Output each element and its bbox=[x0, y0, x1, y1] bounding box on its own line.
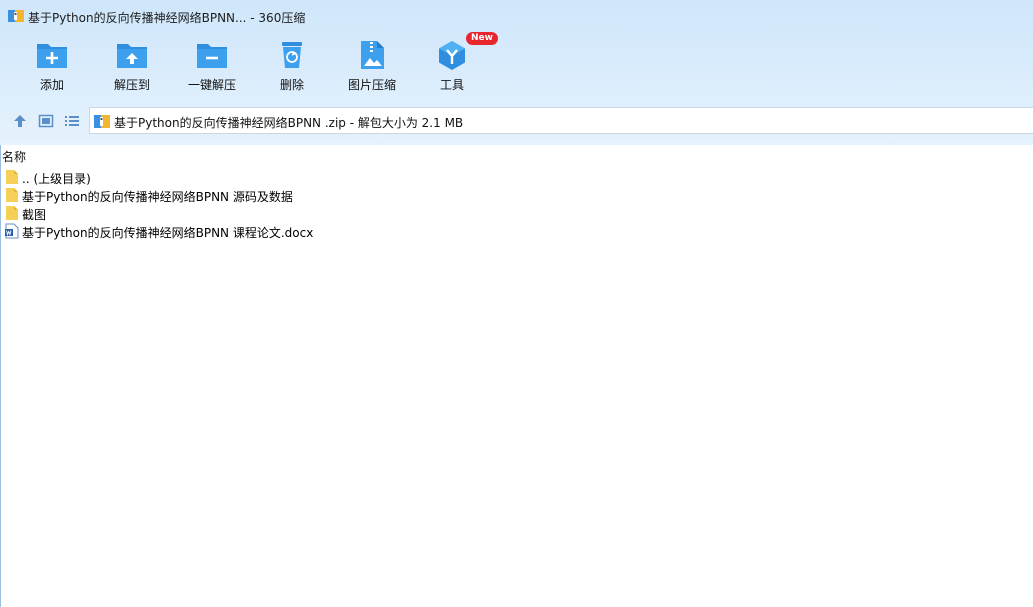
tools-button[interactable]: New 工具 bbox=[412, 32, 498, 98]
image-compress-icon bbox=[361, 41, 384, 69]
trash-icon bbox=[282, 42, 302, 68]
file-name: 基于Python的反向传播神经网络BPNN 课程论文.docx bbox=[22, 226, 314, 240]
add-button[interactable]: 添加 bbox=[12, 36, 92, 98]
delete-button[interactable]: 删除 bbox=[252, 36, 332, 98]
delete-label: 删除 bbox=[279, 78, 304, 92]
extract-to-button[interactable]: 解压到 bbox=[92, 36, 172, 98]
file-name: 基于Python的反向传播神经网络BPNN 源码及数据 bbox=[22, 190, 293, 204]
folder-icon bbox=[6, 170, 18, 184]
extract-to-icon bbox=[117, 44, 147, 68]
up-arrow-icon[interactable] bbox=[12, 113, 28, 129]
navigation-bar: 基于Python的反向传播神经网络BPNN .zip - 解包大小为 2.1 M… bbox=[0, 107, 1033, 135]
word-doc-icon bbox=[5, 223, 19, 239]
image-compress-button[interactable]: 图片压缩 bbox=[332, 36, 412, 98]
title-bar: 基于Python的反向传播神经网络BPNN... - 360压缩 bbox=[0, 0, 1033, 32]
folder-icon bbox=[6, 206, 18, 220]
zip-app-icon bbox=[8, 10, 24, 22]
file-list-pane: 名称 .. (上级目录) 基于Python的反向传播神经网络BPNN 源码及数据… bbox=[0, 145, 1033, 607]
folder-icon bbox=[6, 188, 18, 202]
new-badge: New bbox=[466, 32, 498, 45]
view-thumbnail-icon[interactable] bbox=[38, 113, 54, 129]
add-folder-icon bbox=[37, 44, 67, 68]
tools-icon bbox=[439, 41, 465, 70]
view-list-icon[interactable] bbox=[64, 113, 80, 129]
window-title: 基于Python的反向传播神经网络BPNN... - 360压缩 bbox=[28, 11, 306, 25]
tools-label: 工具 bbox=[439, 78, 464, 92]
image-compress-label: 图片压缩 bbox=[347, 78, 396, 92]
column-header-name[interactable]: 名称 bbox=[2, 148, 26, 165]
address-text: 基于Python的反向传播神经网络BPNN .zip - 解包大小为 2.1 M… bbox=[114, 116, 464, 130]
one-click-extract-label: 一键解压 bbox=[187, 78, 236, 92]
extract-to-label: 解压到 bbox=[113, 78, 150, 92]
add-label: 添加 bbox=[39, 78, 64, 92]
one-click-extract-icon bbox=[197, 44, 227, 68]
top-area: 基于Python的反向传播神经网络BPNN... - 360压缩 添加 解压到 bbox=[0, 0, 1033, 145]
file-name: 截图 bbox=[22, 208, 47, 222]
file-name: .. (上级目录) bbox=[22, 172, 91, 186]
address-bar[interactable]: 基于Python的反向传播神经网络BPNN .zip - 解包大小为 2.1 M… bbox=[89, 107, 1033, 134]
zip-file-icon bbox=[94, 115, 110, 128]
one-click-extract-button[interactable]: 一键解压 bbox=[172, 36, 252, 98]
